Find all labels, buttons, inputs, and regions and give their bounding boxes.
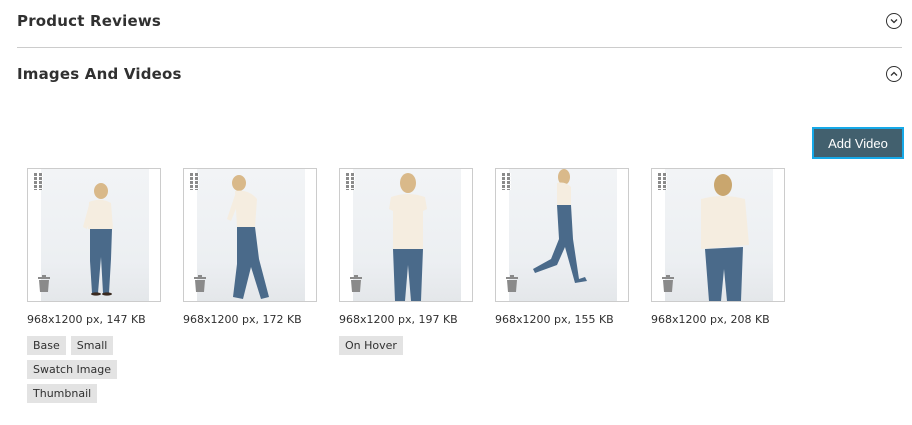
image-card: 968x1200 px, 208 KB bbox=[651, 168, 785, 326]
image-card: 968x1200 px, 147 KB Base Small Swatch Im… bbox=[27, 168, 161, 403]
image-card: 968x1200 px, 172 KB bbox=[183, 168, 317, 326]
chevron-down-circle-icon[interactable] bbox=[886, 13, 902, 29]
product-photo bbox=[665, 169, 773, 301]
section-divider bbox=[17, 47, 902, 48]
add-video-button[interactable]: Add Video bbox=[812, 127, 904, 159]
image-card: 968x1200 px, 155 KB bbox=[495, 168, 629, 326]
trash-icon[interactable] bbox=[505, 275, 519, 292]
role-tag-swatch-image[interactable]: Swatch Image bbox=[27, 360, 117, 379]
trash-icon[interactable] bbox=[37, 275, 51, 292]
image-roles: Base Small Swatch Image Thumbnail bbox=[27, 336, 161, 403]
drag-handle-icon[interactable] bbox=[346, 173, 355, 190]
image-thumbnail[interactable] bbox=[651, 168, 785, 302]
drag-handle-icon[interactable] bbox=[190, 173, 199, 190]
section-header-images-and-videos[interactable]: Images And Videos bbox=[17, 65, 902, 83]
product-photo bbox=[353, 169, 461, 301]
image-thumbnail[interactable] bbox=[495, 168, 629, 302]
drag-handle-icon[interactable] bbox=[658, 173, 667, 190]
section-title-images-and-videos: Images And Videos bbox=[17, 65, 182, 83]
section-header-product-reviews[interactable]: Product Reviews bbox=[17, 12, 902, 30]
image-meta: 968x1200 px, 208 KB bbox=[651, 313, 770, 326]
image-card: 968x1200 px, 197 KB On Hover bbox=[339, 168, 473, 355]
role-tag-small[interactable]: Small bbox=[70, 336, 114, 355]
trash-icon[interactable] bbox=[349, 275, 363, 292]
image-meta: 968x1200 px, 197 KB bbox=[339, 313, 458, 326]
image-meta: 968x1200 px, 155 KB bbox=[495, 313, 614, 326]
image-thumbnail[interactable] bbox=[27, 168, 161, 302]
role-tag-on-hover[interactable]: On Hover bbox=[339, 336, 403, 355]
image-meta: 968x1200 px, 147 KB bbox=[27, 313, 146, 326]
trash-icon[interactable] bbox=[661, 275, 675, 292]
section-title-product-reviews: Product Reviews bbox=[17, 12, 161, 30]
image-meta: 968x1200 px, 172 KB bbox=[183, 313, 302, 326]
trash-icon[interactable] bbox=[193, 275, 207, 292]
image-thumbnail[interactable] bbox=[183, 168, 317, 302]
role-tag-base[interactable]: Base bbox=[27, 336, 66, 355]
chevron-up-circle-icon[interactable] bbox=[886, 66, 902, 82]
role-tag-thumbnail[interactable]: Thumbnail bbox=[27, 384, 98, 403]
drag-handle-icon[interactable] bbox=[502, 173, 511, 190]
image-roles: On Hover bbox=[339, 336, 473, 355]
image-thumbnail[interactable] bbox=[339, 168, 473, 302]
drag-handle-icon[interactable] bbox=[34, 173, 43, 190]
product-photo bbox=[197, 169, 305, 301]
product-photo bbox=[41, 169, 149, 301]
product-photo bbox=[509, 169, 617, 301]
